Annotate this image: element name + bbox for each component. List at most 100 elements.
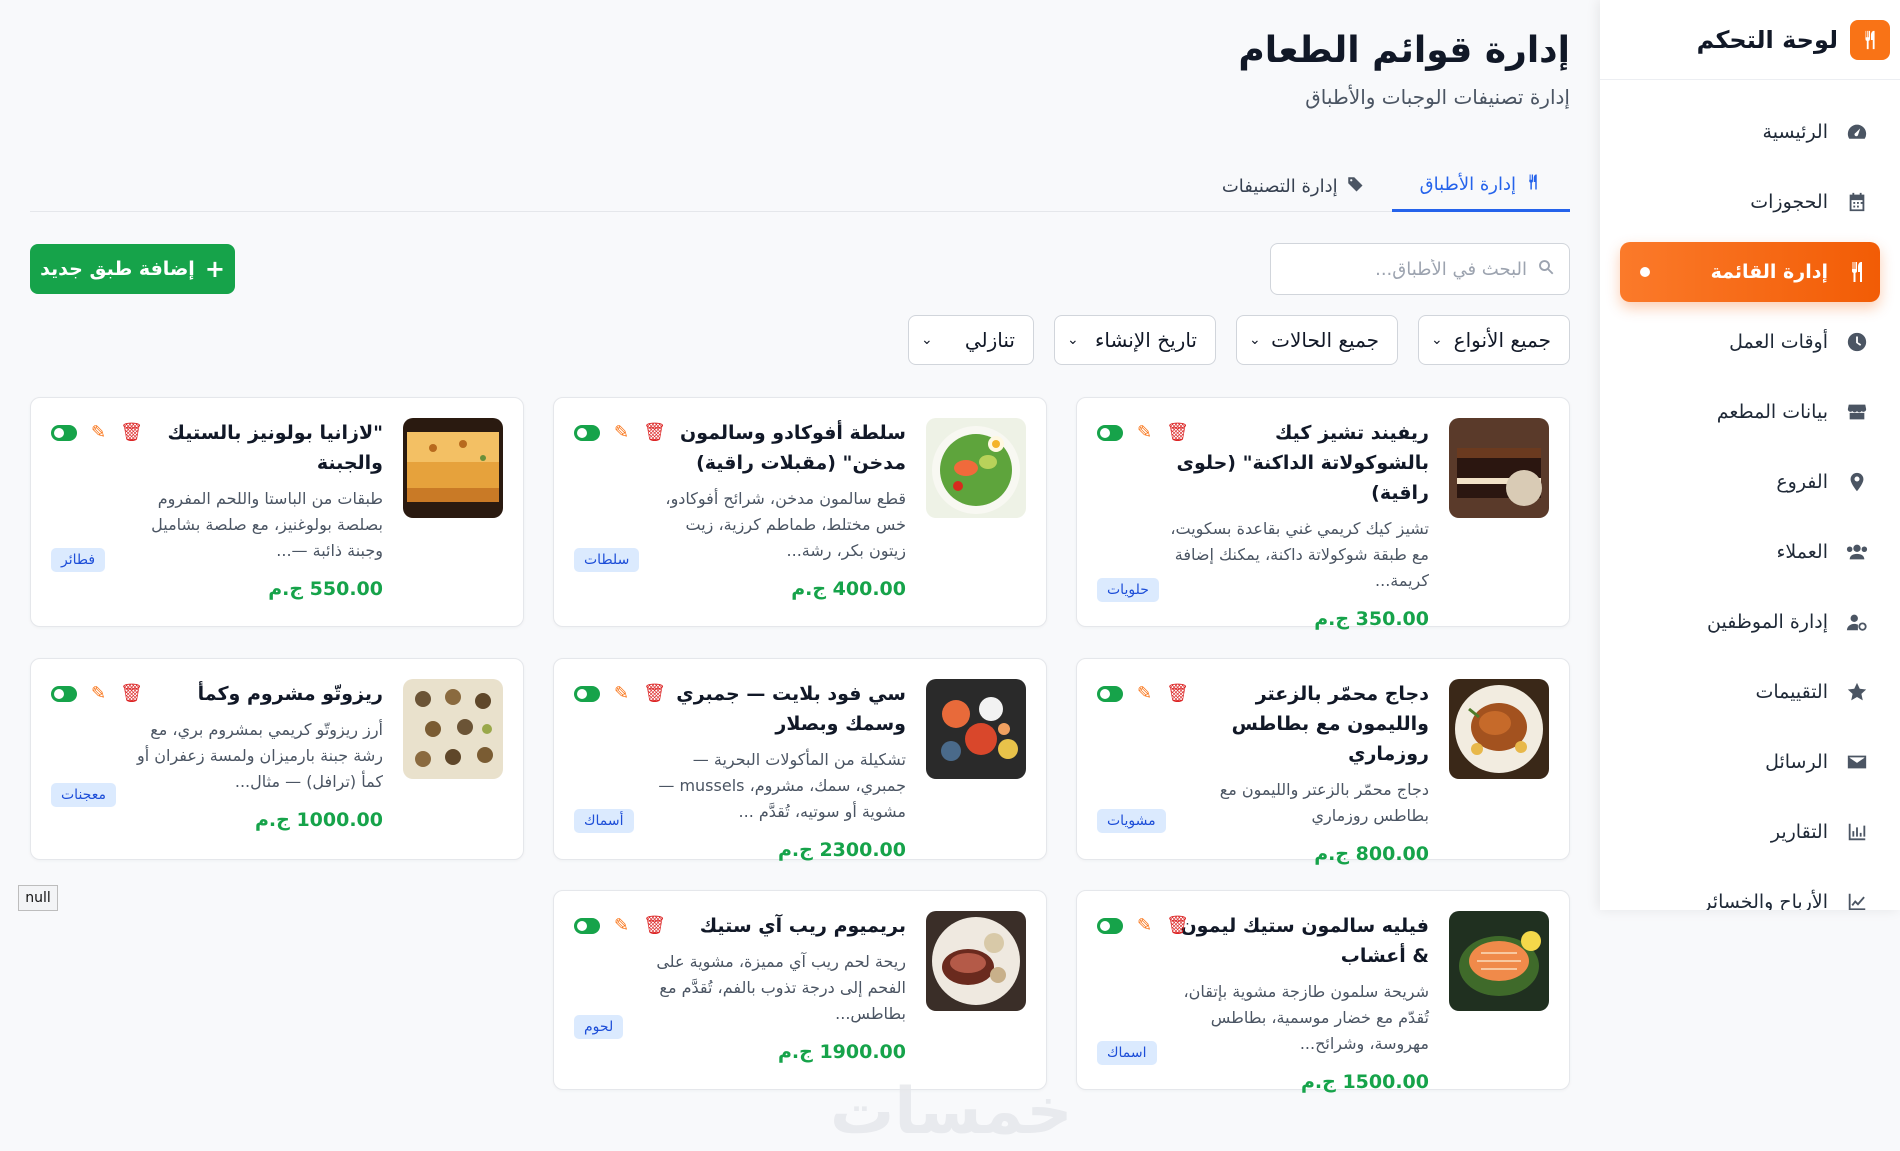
edit-icon[interactable]: ✎ xyxy=(614,422,629,443)
map-pin-icon xyxy=(1844,469,1870,495)
dish-info: سلطة أفوكادو وسالمون مدخن" (مقبلات راقية… xyxy=(646,418,906,600)
filter-sort-order-select[interactable]: تنازلي ⌄ xyxy=(908,315,1034,365)
trash-icon[interactable]: 🗑 xyxy=(643,683,666,704)
dish-card[interactable]: ريفيند تشيز كيك بالشوكولاتة الداكنة" (حل… xyxy=(1076,397,1570,630)
trash-icon[interactable]: 🗑 xyxy=(643,422,666,443)
filter-status-select[interactable]: جميع الحالات ⌄ xyxy=(1236,315,1398,365)
search-icon xyxy=(1537,258,1555,281)
filter-value: جميع الأنواع xyxy=(1453,328,1551,352)
active-toggle[interactable] xyxy=(1097,685,1123,702)
users-icon xyxy=(1844,539,1870,565)
sidebar-item-branches[interactable]: الفروع xyxy=(1620,452,1880,512)
search-input[interactable] xyxy=(1285,258,1527,280)
sidebar-item-staff[interactable]: إدارة الموظفين xyxy=(1620,592,1880,652)
dish-card[interactable]: سلطة أفوكادو وسالمون مدخن" (مقبلات راقية… xyxy=(553,397,1047,627)
filter-sort-field-select[interactable]: تاريخ الإنشاء ⌄ xyxy=(1054,315,1216,365)
sidebar-item-reviews[interactable]: التقييمات xyxy=(1620,662,1880,722)
edit-icon[interactable]: ✎ xyxy=(614,683,629,704)
sidebar-item-label: الرئيسية xyxy=(1762,121,1828,143)
sidebar-item-hours[interactable]: أوقات العمل xyxy=(1620,312,1880,372)
dish-card[interactable]: دجاج محمّر بالزعتر والليمون مع بطاطس روز… xyxy=(1076,658,1570,865)
utensils-icon xyxy=(1844,259,1870,285)
sidebar-item-messages[interactable]: الرسائل xyxy=(1620,732,1880,792)
sidebar-item-restaurant[interactable]: بيانات المطعم xyxy=(1620,382,1880,442)
active-toggle[interactable] xyxy=(1097,917,1123,934)
dish-description: تشكيلة من المأكولات البحرية — جمبري، سمك… xyxy=(658,750,906,821)
utensils-icon xyxy=(1524,173,1542,196)
trash-icon[interactable]: 🗑 xyxy=(1166,422,1189,443)
category-badge: مشويات xyxy=(1097,809,1166,833)
dish-card[interactable]: سي فود بلايت — جمبري وسمك وبصلار تشكيلة … xyxy=(553,658,1047,861)
dish-info: ريزوتّو مشروم وكمأ أرز ريزوتّو كريمي بمش… xyxy=(123,679,383,831)
filter-value: جميع الحالات xyxy=(1271,328,1379,352)
trash-icon[interactable]: 🗑 xyxy=(643,915,666,936)
price-row: 400.00 ج.م xyxy=(646,578,906,600)
card-actions: 🗑 ✎ xyxy=(1097,422,1189,443)
tab-categories[interactable]: إدارة التصنيفات xyxy=(1194,160,1392,212)
sidebar-item-home[interactable]: الرئيسية xyxy=(1620,102,1880,162)
active-toggle[interactable] xyxy=(574,424,600,441)
card-actions: 🗑 ✎ xyxy=(574,683,666,704)
tab-dishes[interactable]: إدارة الأطباق xyxy=(1391,160,1570,212)
edit-icon[interactable]: ✎ xyxy=(1137,422,1152,443)
edit-icon[interactable]: ✎ xyxy=(91,683,106,704)
sidebar-item-customers[interactable]: العملاء xyxy=(1620,522,1880,582)
chevron-down-icon: ⌄ xyxy=(921,332,933,348)
gauge-icon xyxy=(1844,119,1870,145)
card-actions: 🗑 ✎ xyxy=(51,683,143,704)
main-content: إدارة قوائم الطعام إدارة تصنيفات الوجبات… xyxy=(30,0,1570,1151)
price-row: 2300.00 ج.م xyxy=(646,839,906,861)
trash-icon[interactable]: 🗑 xyxy=(1166,915,1189,936)
dish-card[interactable]: فيليه سالمون ستيك ليمون & أعشاب شريحة سل… xyxy=(1076,890,1570,1093)
sidebar-item-label: الفروع xyxy=(1776,471,1828,493)
category-badge: حلويات xyxy=(1097,578,1159,602)
active-toggle[interactable] xyxy=(51,424,77,441)
add-dish-button[interactable]: + إضافة طبق جديد xyxy=(30,244,235,294)
filter-value: تنازلي xyxy=(964,328,1015,352)
filter-type-select[interactable]: جميع الأنواع ⌄ xyxy=(1418,315,1570,365)
dish-description: قطع سالمون مدخن، شرائح أفوكادو، خس مختلط… xyxy=(665,489,906,560)
dish-info: ريفيند تشيز كيك بالشوكولاتة الداكنة" (حل… xyxy=(1169,418,1429,630)
category-badge: فطائر xyxy=(51,548,106,572)
dish-name: دجاج محمّر بالزعتر والليمون مع بطاطس روز… xyxy=(1231,683,1429,765)
card-actions: 🗑 ✎ xyxy=(574,915,666,936)
price-row: 350.00 ج.م xyxy=(1169,608,1429,630)
dish-description: ريحة لحم ريب آي مميزة، مشوية على الفحم إ… xyxy=(656,952,906,1023)
trash-icon[interactable]: 🗑 xyxy=(120,422,143,443)
edit-icon[interactable]: ✎ xyxy=(614,915,629,936)
active-toggle[interactable] xyxy=(574,917,600,934)
page-header: إدارة قوائم الطعام إدارة تصنيفات الوجبات… xyxy=(1238,30,1570,109)
sidebar-item-reports[interactable]: التقارير xyxy=(1620,802,1880,862)
dish-card[interactable]: ريزوتّو مشروم وكمأ أرز ريزوتّو كريمي بمش… xyxy=(30,658,524,860)
brand-title: لوحة التحكم xyxy=(1696,25,1838,54)
sidebar-item-menu[interactable]: إدارة القائمة xyxy=(1620,242,1880,302)
dish-info: دجاج محمّر بالزعتر والليمون مع بطاطس روز… xyxy=(1169,679,1429,865)
page-title: إدارة قوائم الطعام xyxy=(1238,30,1570,71)
active-toggle[interactable] xyxy=(1097,424,1123,441)
dish-name: فيليه سالمون ستيك ليمون & أعشاب xyxy=(1180,915,1429,967)
sidebar-item-bookings[interactable]: الحجوزات xyxy=(1620,172,1880,232)
trash-icon[interactable]: 🗑 xyxy=(1166,683,1189,704)
plus-icon: + xyxy=(204,255,225,283)
active-toggle[interactable] xyxy=(51,685,77,702)
card-actions: 🗑 ✎ xyxy=(1097,915,1189,936)
dish-description: طبقات من الباستا واللحم المفروم بصلصة بو… xyxy=(151,489,383,560)
sidebar-nav: الرئيسية الحجوزات إدارة القائمة أوقات ال… xyxy=(1600,80,1900,910)
dish-price: 800.00 ج.م xyxy=(1314,843,1429,865)
category-badge: اسماك xyxy=(1097,1041,1157,1065)
dish-description: دجاج محمّر بالزعتر والليمون مع بطاطس روز… xyxy=(1219,780,1429,825)
sidebar-item-label: أوقات العمل xyxy=(1729,331,1828,353)
edit-icon[interactable]: ✎ xyxy=(1137,915,1152,936)
trash-icon[interactable]: 🗑 xyxy=(120,683,143,704)
sidebar-brand[interactable]: لوحة التحكم xyxy=(1600,0,1900,80)
dish-card[interactable]: بريميوم ريب آي ستيك ريحة لحم ريب آي مميز… xyxy=(553,890,1047,1090)
card-actions: 🗑 ✎ xyxy=(574,422,666,443)
active-toggle[interactable] xyxy=(574,685,600,702)
category-badge: معجنات xyxy=(51,783,116,807)
dish-card[interactable]: "لازانيا بولونيز بالستيك والجبنة طبقات م… xyxy=(30,397,524,627)
dish-name: "لازانيا بولونيز بالستيك والجبنة xyxy=(167,422,384,474)
sidebar-item-profit-loss[interactable]: الأرباح والخسائر xyxy=(1620,872,1880,910)
sidebar-item-label: الرسائل xyxy=(1765,751,1828,773)
edit-icon[interactable]: ✎ xyxy=(1137,683,1152,704)
edit-icon[interactable]: ✎ xyxy=(91,422,106,443)
